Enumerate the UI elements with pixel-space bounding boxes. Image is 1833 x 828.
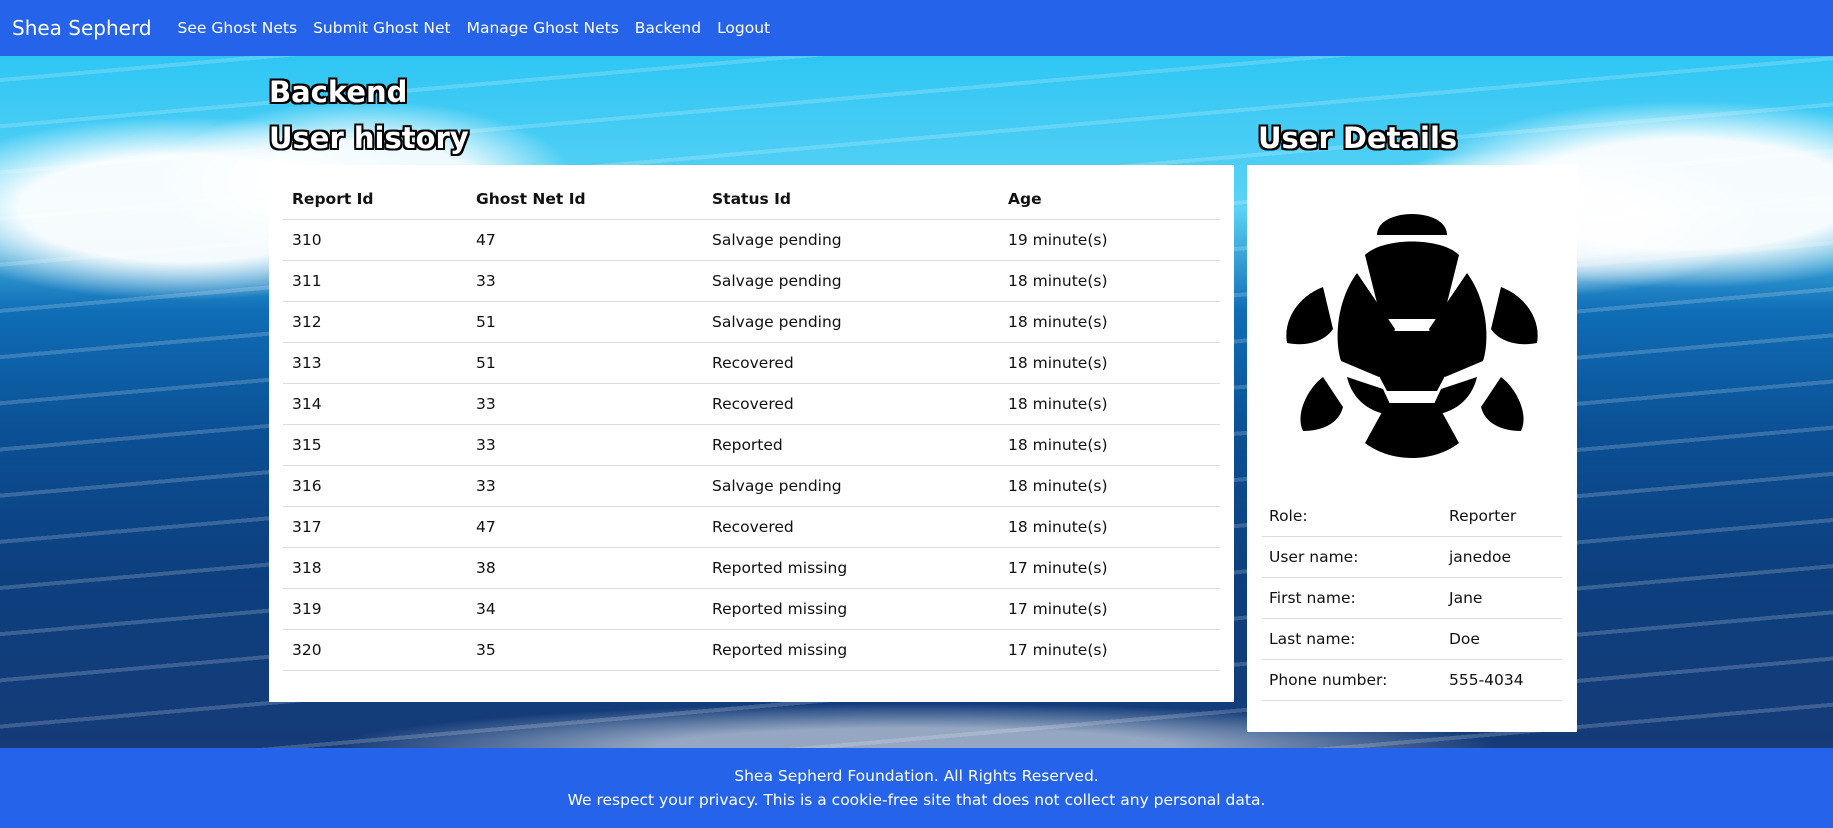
cell-age: 18 minute(s) xyxy=(999,424,1220,466)
cell-age: 18 minute(s) xyxy=(999,301,1220,343)
cell-report-id: 314 xyxy=(283,383,467,425)
column-header-report-id: Report Id xyxy=(283,179,467,220)
detail-row: User name: janedoe xyxy=(1262,536,1562,578)
cell-report-id: 317 xyxy=(283,506,467,548)
cell-age: 18 minute(s) xyxy=(999,260,1220,302)
cell-age: 17 minute(s) xyxy=(999,547,1220,589)
cell-status: Reported xyxy=(703,424,999,466)
cell-ghost-net-id: 47 xyxy=(467,506,703,548)
detail-label: First name: xyxy=(1262,577,1442,619)
user-history-rows: 310 47 Salvage pending 19 minute(s) 311 33 Sal… xyxy=(283,219,1220,671)
user-details-table: Role: Reporter User name: janedoe First name… xyxy=(1262,496,1562,701)
detail-row: First name: Jane xyxy=(1262,577,1562,619)
detail-label: User name: xyxy=(1262,536,1442,578)
detail-value: Reporter xyxy=(1442,496,1562,537)
cell-report-id: 316 xyxy=(283,465,467,507)
cell-status: Recovered xyxy=(703,342,999,384)
cell-age: 18 minute(s) xyxy=(999,465,1220,507)
column-header-ghost-net-id: Ghost Net Id xyxy=(467,179,703,220)
cell-ghost-net-id: 51 xyxy=(467,301,703,343)
cell-report-id: 310 xyxy=(283,219,467,261)
detail-label: Phone number: xyxy=(1262,659,1442,701)
detail-value: 555-4034 xyxy=(1442,659,1562,701)
cell-ghost-net-id: 47 xyxy=(467,219,703,261)
cell-status: Reported missing xyxy=(703,547,999,589)
cell-age: 17 minute(s) xyxy=(999,629,1220,671)
nav-logout[interactable]: Logout xyxy=(717,19,770,37)
footer-copyright: Shea Sepherd Foundation. All Rights Rese… xyxy=(734,767,1099,785)
nav-manage-ghost-nets[interactable]: Manage Ghost Nets xyxy=(467,19,619,37)
cell-status: Salvage pending xyxy=(703,301,999,343)
table-row: 310 47 Salvage pending 19 minute(s) xyxy=(283,219,1220,261)
cell-ghost-net-id: 35 xyxy=(467,629,703,671)
cell-age: 18 minute(s) xyxy=(999,383,1220,425)
cell-status: Reported missing xyxy=(703,588,999,630)
user-history-table: Report Id Ghost Net Id Status Id Age 310… xyxy=(283,179,1220,671)
table-row: 313 51 Recovered 18 minute(s) xyxy=(283,342,1220,384)
cell-report-id: 318 xyxy=(283,547,467,589)
cell-report-id: 313 xyxy=(283,342,467,384)
table-row: 317 47 Recovered 18 minute(s) xyxy=(283,506,1220,548)
page-title: Backend xyxy=(269,75,408,109)
cell-age: 17 minute(s) xyxy=(999,588,1220,630)
detail-label: Last name: xyxy=(1262,618,1442,660)
table-row: 315 33 Reported 18 minute(s) xyxy=(283,424,1220,466)
cell-ghost-net-id: 33 xyxy=(467,424,703,466)
detail-row: Phone number: 555-4034 xyxy=(1262,659,1562,701)
table-row: 319 34 Reported missing 17 minute(s) xyxy=(283,588,1220,630)
footer: Shea Sepherd Foundation. All Rights Rese… xyxy=(0,748,1833,828)
cell-age: 19 minute(s) xyxy=(999,219,1220,261)
column-header-status-id: Status Id xyxy=(703,179,999,220)
cell-ghost-net-id: 38 xyxy=(467,547,703,589)
detail-row: Role: Reporter xyxy=(1262,496,1562,537)
cell-ghost-net-id: 34 xyxy=(467,588,703,630)
detail-value: janedoe xyxy=(1442,536,1562,578)
detail-value: Jane xyxy=(1442,577,1562,619)
footer-privacy-note: We respect your privacy. This is a cooki… xyxy=(567,791,1266,809)
column-header-age: Age xyxy=(999,179,1220,220)
cell-report-id: 311 xyxy=(283,260,467,302)
cell-status: Salvage pending xyxy=(703,260,999,302)
table-row: 314 33 Recovered 18 minute(s) xyxy=(283,383,1220,425)
cell-status: Reported missing xyxy=(703,629,999,671)
detail-value: Doe xyxy=(1442,618,1562,660)
cell-status: Salvage pending xyxy=(703,219,999,261)
cell-ghost-net-id: 51 xyxy=(467,342,703,384)
cell-report-id: 319 xyxy=(283,588,467,630)
user-details-panel: Role: Reporter User name: janedoe First name… xyxy=(1247,165,1577,732)
cell-ghost-net-id: 33 xyxy=(467,383,703,425)
cell-report-id: 312 xyxy=(283,301,467,343)
nav-submit-ghost-net[interactable]: Submit Ghost Net xyxy=(313,19,451,37)
turtle-icon xyxy=(1286,214,1538,458)
cell-report-id: 320 xyxy=(283,629,467,671)
cell-status: Salvage pending xyxy=(703,465,999,507)
table-row: 320 35 Reported missing 17 minute(s) xyxy=(283,629,1220,671)
user-history-panel: Report Id Ghost Net Id Status Id Age 310… xyxy=(269,165,1234,702)
brand-link[interactable]: Shea Sepherd xyxy=(12,16,152,40)
cell-status: Recovered xyxy=(703,383,999,425)
cell-report-id: 315 xyxy=(283,424,467,466)
cell-status: Recovered xyxy=(703,506,999,548)
cell-age: 18 minute(s) xyxy=(999,342,1220,384)
cell-ghost-net-id: 33 xyxy=(467,465,703,507)
cell-age: 18 minute(s) xyxy=(999,506,1220,548)
detail-row: Last name: Doe xyxy=(1262,618,1562,660)
detail-label: Role: xyxy=(1262,496,1442,537)
user-details-rows: Role: Reporter User name: janedoe First name… xyxy=(1262,496,1562,701)
table-row: 312 51 Salvage pending 18 minute(s) xyxy=(283,301,1220,343)
table-header-row: Report Id Ghost Net Id Status Id Age xyxy=(283,179,1220,220)
cell-ghost-net-id: 33 xyxy=(467,260,703,302)
nav-backend[interactable]: Backend xyxy=(635,19,701,37)
user-details-title: User Details xyxy=(1258,121,1458,155)
user-history-title: User history xyxy=(269,121,469,155)
table-row: 316 33 Salvage pending 18 minute(s) xyxy=(283,465,1220,507)
table-row: 318 38 Reported missing 17 minute(s) xyxy=(283,547,1220,589)
navbar: Shea Sepherd See Ghost Nets Submit Ghost… xyxy=(0,0,1833,56)
nav-see-ghost-nets[interactable]: See Ghost Nets xyxy=(178,19,298,37)
table-row: 311 33 Salvage pending 18 minute(s) xyxy=(283,260,1220,302)
